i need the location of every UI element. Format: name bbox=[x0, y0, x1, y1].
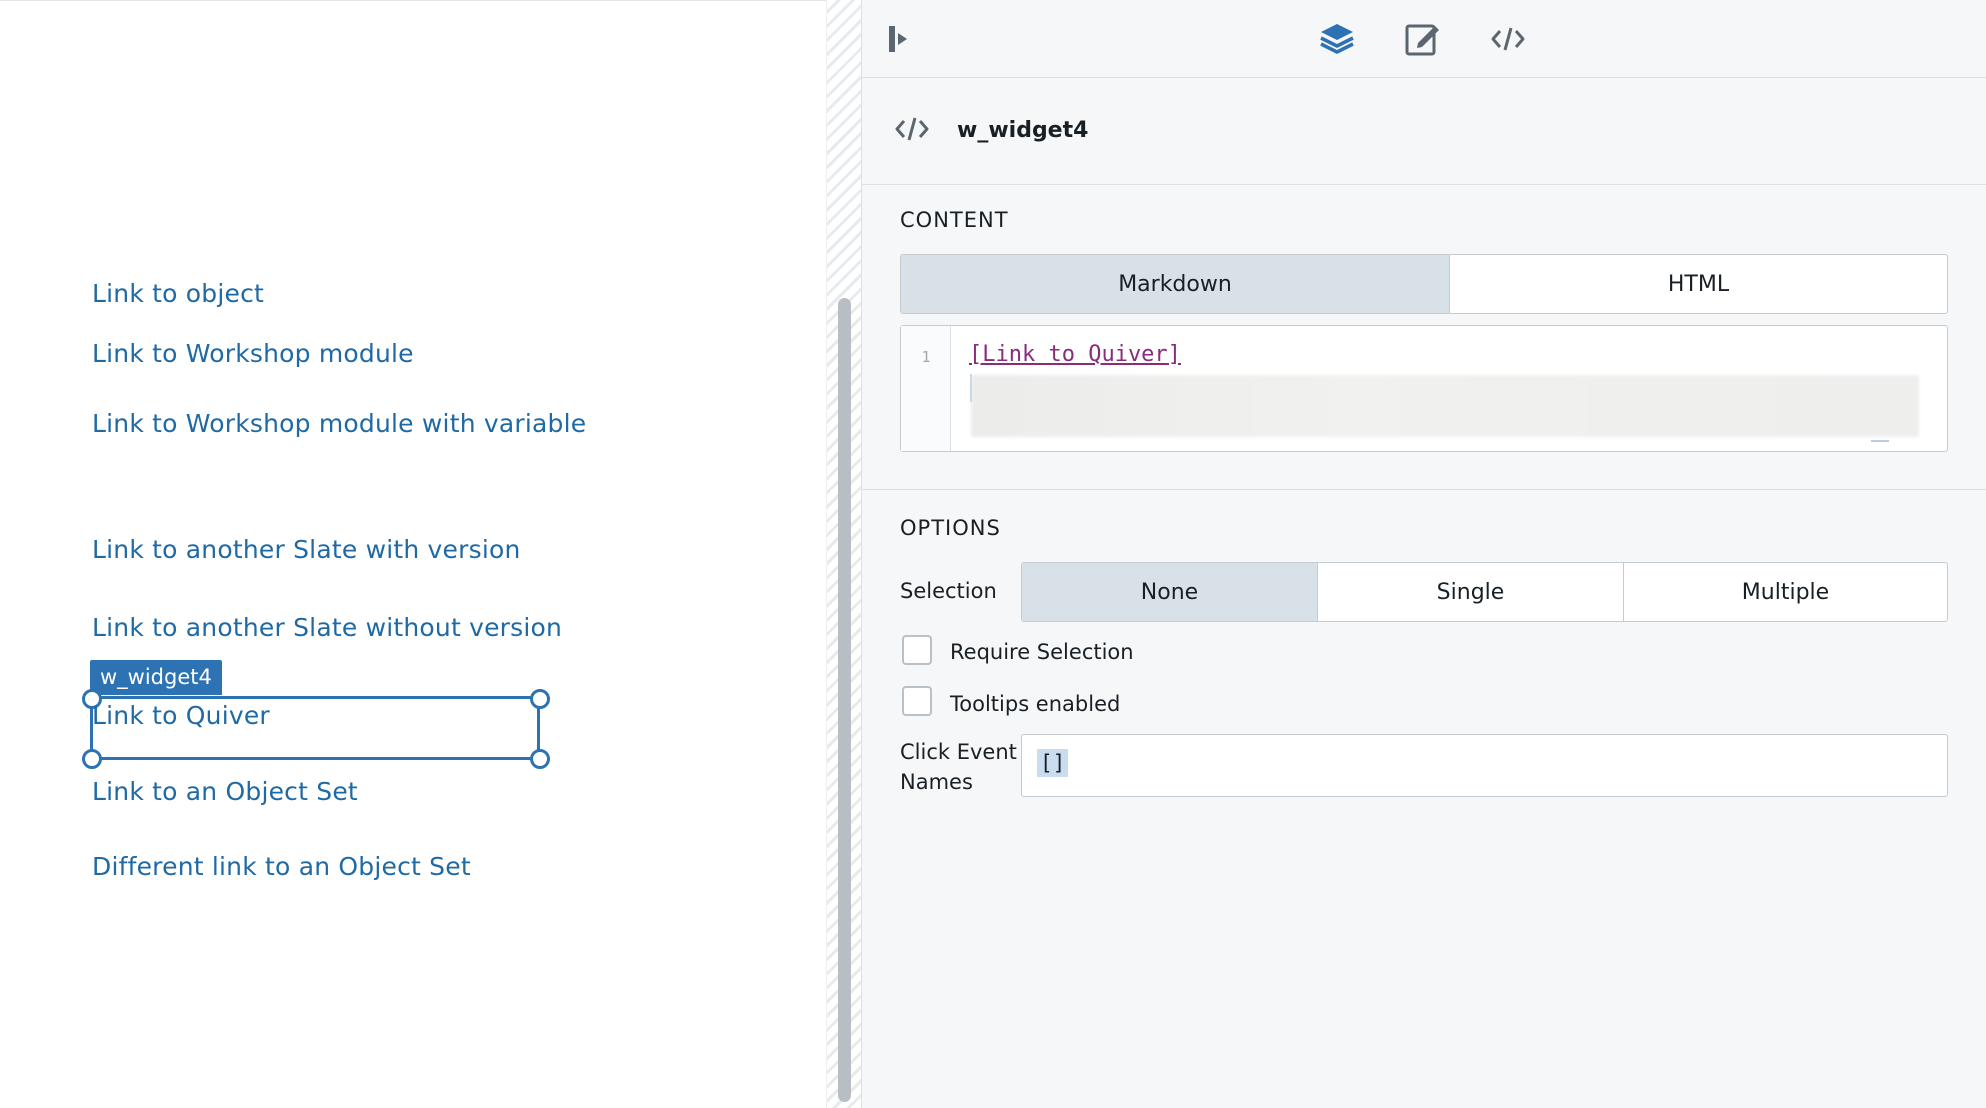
link-to-workshop-module[interactable]: Link to Workshop module bbox=[92, 339, 414, 368]
content-mode-toggle: Markdown HTML bbox=[900, 254, 1948, 314]
click-event-names-input[interactable]: [] bbox=[1021, 734, 1948, 797]
link-to-quiver[interactable]: Link to Quiver bbox=[92, 701, 270, 730]
markdown-mode-button[interactable]: Markdown bbox=[901, 255, 1450, 313]
link-to-object[interactable]: Link to object bbox=[92, 279, 264, 308]
link-to-slate-with-version[interactable]: Link to another Slate with version bbox=[92, 535, 521, 564]
link-to-workshop-module-with-variable[interactable]: Link to Workshop module with variable bbox=[92, 409, 586, 438]
code-icon[interactable] bbox=[1489, 20, 1527, 58]
slate-canvas[interactable]: Link to object Link to Workshop module L… bbox=[0, 0, 826, 1108]
click-event-names-label: Click Event bbox=[900, 740, 1017, 764]
click-event-names-value: [] bbox=[1037, 749, 1069, 777]
resize-handle-bottom-right[interactable] bbox=[530, 749, 550, 769]
click-event-names-label-line2: Names bbox=[900, 770, 973, 794]
code-line[interactable]: [Link to Quiver] bbox=[969, 342, 1181, 367]
widget-code-icon bbox=[894, 114, 932, 148]
selection-single-button[interactable]: Single bbox=[1318, 563, 1624, 621]
require-selection-checkbox[interactable] bbox=[902, 635, 932, 665]
widget-header: w_widget4 bbox=[862, 78, 1986, 185]
widget-name[interactable]: w_widget4 bbox=[957, 118, 1088, 143]
panel-toolbar bbox=[862, 0, 1986, 78]
selection-label: Selection bbox=[900, 579, 997, 603]
content-section-title: CONTENT bbox=[900, 208, 1009, 232]
selection-mode-toggle: None Single Multiple bbox=[1021, 562, 1948, 622]
options-section-title: OPTIONS bbox=[900, 516, 1001, 540]
text-cursor bbox=[970, 374, 972, 402]
selection-none-button[interactable]: None bbox=[1022, 563, 1318, 621]
tooltips-enabled-label: Tooltips enabled bbox=[950, 692, 1121, 716]
editor-scroll-marker bbox=[1871, 440, 1889, 442]
link-to-slate-without-version[interactable]: Link to another Slate without version bbox=[92, 613, 562, 642]
collapse-panel-icon[interactable] bbox=[880, 20, 918, 58]
edit-icon[interactable] bbox=[1403, 20, 1441, 58]
selected-widget-tag: w_widget4 bbox=[90, 660, 222, 695]
different-link-to-object-set[interactable]: Different link to an Object Set bbox=[92, 852, 471, 881]
canvas-scrollbar[interactable] bbox=[838, 298, 851, 1102]
redacted-content bbox=[971, 375, 1919, 437]
editor-gutter: 1 bbox=[901, 326, 951, 451]
tooltips-enabled-checkbox[interactable] bbox=[902, 686, 932, 716]
layers-icon[interactable] bbox=[1318, 20, 1356, 58]
line-number: 1 bbox=[921, 348, 931, 366]
require-selection-label: Require Selection bbox=[950, 640, 1134, 664]
html-mode-button[interactable]: HTML bbox=[1450, 255, 1947, 313]
section-divider bbox=[862, 489, 1986, 490]
resize-handle-top-right[interactable] bbox=[530, 689, 550, 709]
link-to-object-set[interactable]: Link to an Object Set bbox=[92, 777, 358, 806]
widget-properties-panel: w_widget4 CONTENT Markdown HTML 1 [Link … bbox=[861, 0, 1986, 1108]
resize-handle-bottom-left[interactable] bbox=[82, 749, 102, 769]
markdown-code-editor[interactable]: 1 [Link to Quiver] bbox=[900, 325, 1948, 452]
selection-multiple-button[interactable]: Multiple bbox=[1624, 563, 1947, 621]
